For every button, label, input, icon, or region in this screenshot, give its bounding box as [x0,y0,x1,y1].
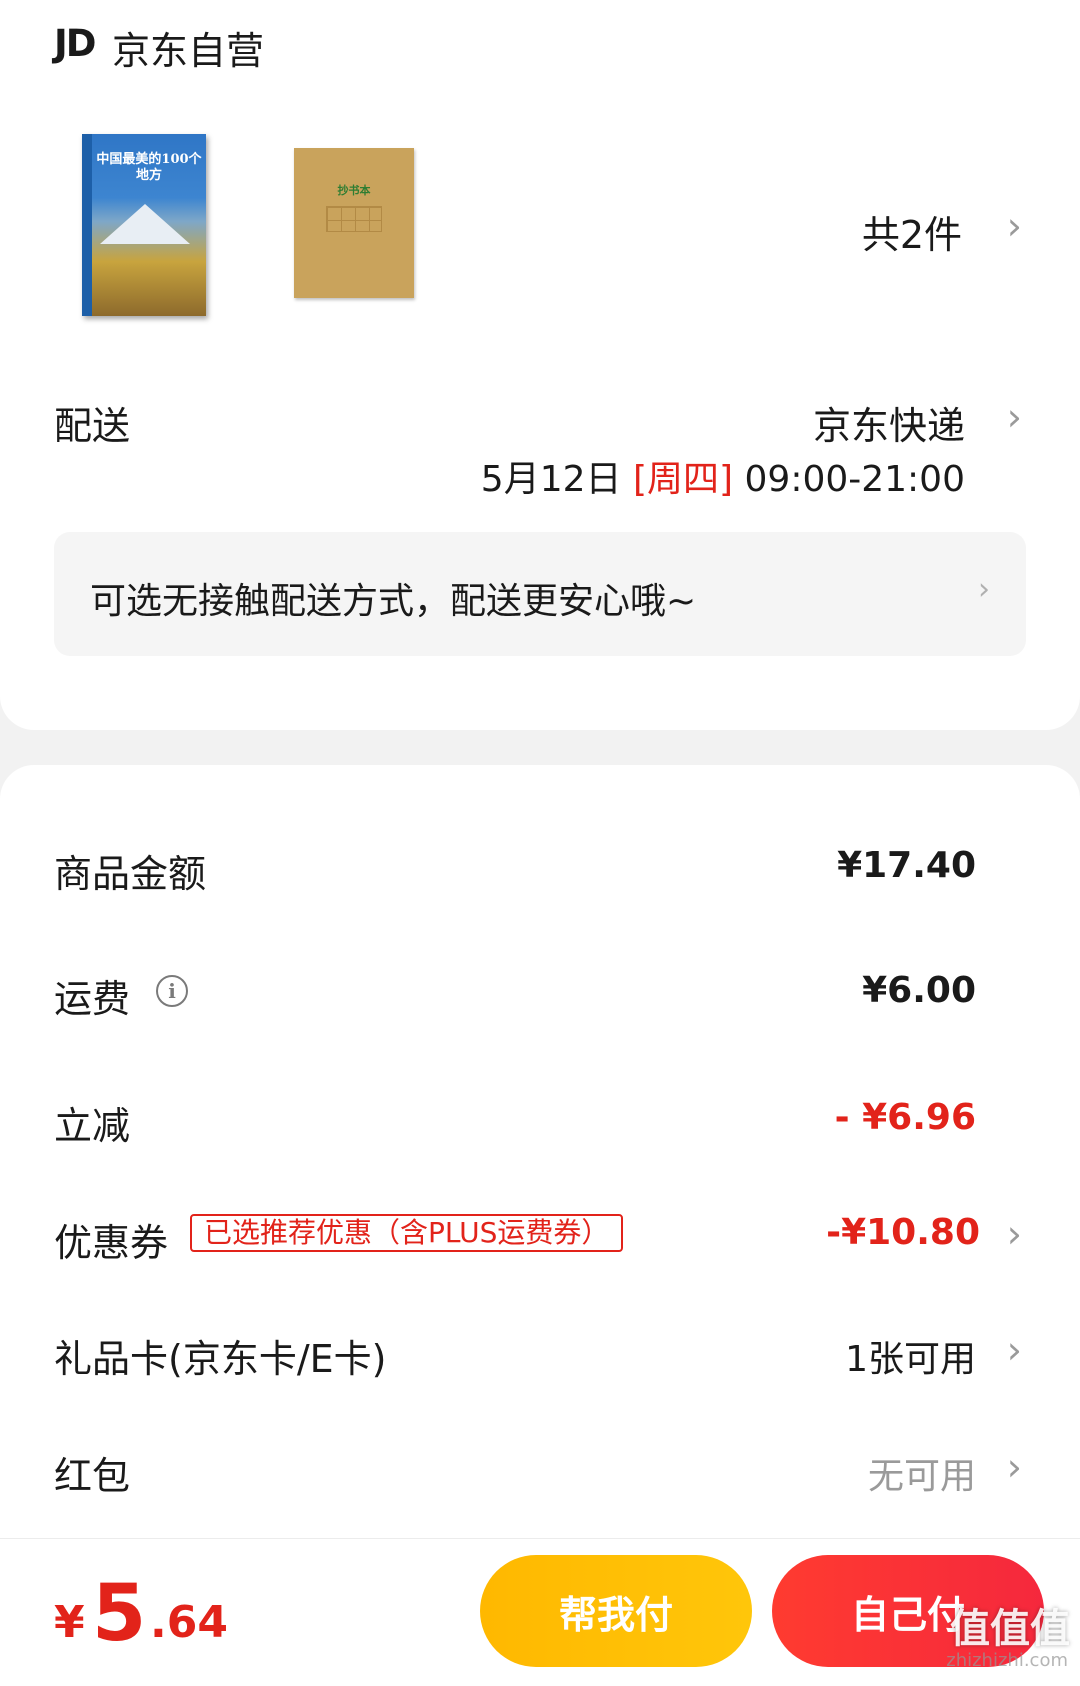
book-cover-title: 中国最美的100个地方 [96,152,202,183]
chevron-right-icon: › [978,572,990,607]
redpacket-label: 红包 [54,1454,131,1498]
checkout-footer: ¥ 5 .64 帮我付 自己付 [0,1538,1080,1686]
goods-amount-label: 商品金额 [54,852,207,896]
instant-discount-value: - ¥6.96 [834,1097,976,1138]
watermark-url: zhizhizhi.com [946,1650,1068,1671]
help-pay-button[interactable]: 帮我付 [480,1555,752,1667]
coupon-label: 优惠券 [54,1221,169,1265]
notice-text: 可选无接触配送方式，配送更安心哦~ [90,581,697,622]
shipping-label: 运费 [54,977,131,1021]
instant-discount-label: 立减 [54,1104,131,1148]
chevron-right-icon[interactable]: › [1007,1445,1022,1489]
info-icon[interactable]: i [156,975,188,1007]
delivery-time[interactable]: 5月12日 [周四] 09:00-21:00 [481,450,965,502]
contactless-delivery-notice[interactable]: 可选无接触配送方式，配送更安心哦~ › [54,532,1026,656]
item-count[interactable]: 共2件 [862,204,962,259]
product-image-book[interactable]: 中国最美的100个地方 [82,134,206,316]
notebook-cover-title: 抄书本 [337,184,371,197]
total-decimal: .64 [150,1597,228,1648]
product-image-notebook[interactable]: 抄书本 [294,148,414,298]
coupon-tag: 已选推荐优惠（含PLUS运费券） [190,1214,624,1252]
shop-name: 京东自营 [112,29,265,73]
order-items-card: JD 京东自营 中国最美的100个地方 抄书本 共2件 › 配送 京东快递 › … [0,0,1080,730]
chevron-right-icon[interactable]: › [1007,204,1022,248]
delivery-weekday: [周四] [632,459,734,500]
chevron-right-icon[interactable]: › [1007,395,1022,439]
total-integer: 5 [92,1569,147,1659]
delivery-date: 5月12日 [480,459,633,500]
goods-amount-value: ¥17.40 [837,845,976,886]
redpacket-value[interactable]: 无可用 [868,1447,976,1499]
chevron-right-icon[interactable]: › [1007,1328,1022,1372]
book-cover-mountain [100,204,190,244]
giftcard-value[interactable]: 1张可用 [845,1330,976,1382]
notebook-cover-grid [326,206,382,232]
chevron-right-icon[interactable]: › [1007,1212,1022,1256]
delivery-method[interactable]: 京东快递 [813,395,965,450]
jd-logo: JD [54,22,97,65]
shipping-value: ¥6.00 [862,970,976,1011]
giftcard-label: 礼品卡(京东卡/E卡) [54,1337,387,1381]
delivery-time-range: 09:00-21:00 [733,459,966,500]
watermark-logo: 值值值 [950,1606,1070,1652]
delivery-label: 配送 [54,404,131,448]
coupon-value[interactable]: -¥10.80 [826,1212,980,1253]
total-currency: ¥ [54,1597,85,1648]
